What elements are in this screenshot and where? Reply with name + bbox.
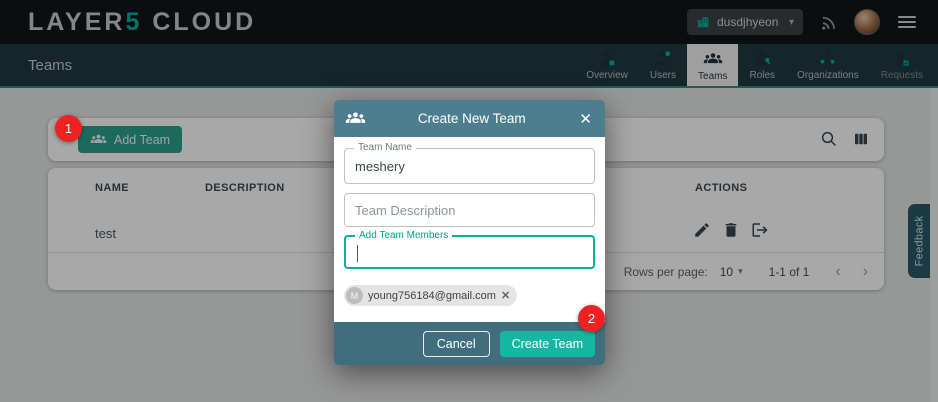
- group-icon: [345, 108, 366, 129]
- chip-remove-icon[interactable]: ✕: [501, 289, 510, 302]
- member-avatar: M: [346, 287, 363, 304]
- app-root: LAYER5CLOUD dusdjhyeon ▾ Teams Overview …: [0, 0, 938, 402]
- modal-footer: Cancel Create Team: [334, 322, 605, 365]
- team-name-field: Team Name: [344, 148, 595, 184]
- team-description-input[interactable]: [345, 194, 594, 226]
- add-team-members-label: Add Team Members: [355, 230, 452, 241]
- close-icon[interactable]: ✕: [577, 110, 594, 128]
- modal-body: Team Name Add Team Members M young756184…: [334, 137, 605, 322]
- modal-title: Create New Team: [366, 111, 577, 126]
- cancel-button[interactable]: Cancel: [423, 331, 490, 357]
- text-cursor: [357, 245, 358, 262]
- step-2-annotation-badge: 2: [578, 305, 605, 332]
- add-team-members-field: Add Team Members: [344, 235, 595, 269]
- add-team-members-input[interactable]: [346, 237, 593, 267]
- modal-header: Create New Team ✕: [334, 100, 605, 137]
- step-1-annotation-badge: 1: [55, 115, 82, 142]
- create-team-button[interactable]: Create Team: [500, 331, 595, 357]
- team-description-field: [344, 193, 595, 227]
- create-new-team-modal: Create New Team ✕ Team Name Add Team Mem…: [334, 100, 605, 365]
- team-name-input[interactable]: [345, 149, 594, 183]
- team-name-label: Team Name: [354, 142, 416, 153]
- member-email: young756184@gmail.com: [368, 290, 496, 302]
- member-chip: M young756184@gmail.com ✕: [344, 285, 517, 306]
